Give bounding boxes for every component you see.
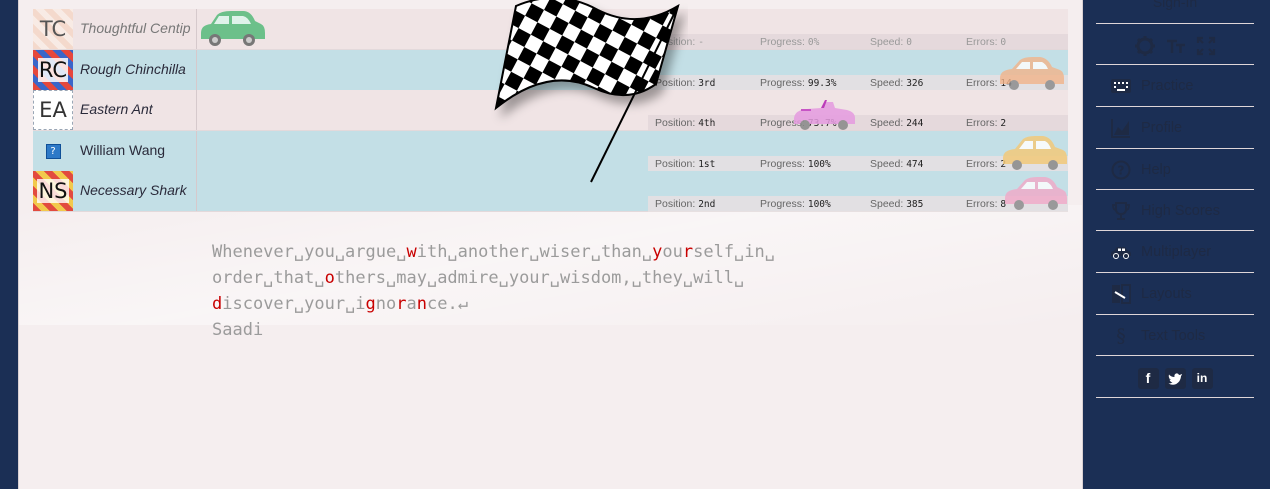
sidebar-item-high-scores[interactable]: High Scores — [1096, 190, 1254, 231]
sidebar-item-practice[interactable]: Practice — [1096, 65, 1254, 106]
speed-stat: Speed: 385 — [870, 198, 924, 210]
race-track: TC Thoughtful Centip Position: - Progres… — [33, 0, 1068, 212]
sidebar-item-label: Help — [1141, 161, 1171, 178]
error-char: y — [652, 242, 663, 262]
linkedin-icon[interactable]: in — [1191, 367, 1213, 389]
progress-stat: Progress: 100% — [760, 198, 831, 210]
text-segment: self␣in␣ — [693, 242, 775, 262]
error-char: g — [365, 294, 376, 314]
social-links: f in — [1096, 362, 1254, 394]
svg-text:?: ? — [1118, 163, 1125, 177]
yellow-car-icon — [1003, 136, 1067, 170]
green-car-icon — [201, 11, 265, 46]
text-segment: ith␣another␣wiser␣than␣ — [416, 242, 653, 262]
divider — [196, 50, 197, 90]
typing-text: Whenever␣you␣argue␣with␣another␣wiser␣th… — [212, 239, 932, 343]
divider — [196, 131, 197, 171]
error-char: o — [324, 268, 335, 288]
facebook-icon[interactable]: f — [1137, 367, 1159, 389]
sidebar-item-help[interactable]: ? Help — [1096, 149, 1254, 190]
fullscreen-icon[interactable] — [1196, 36, 1216, 56]
error-char: r — [682, 242, 694, 262]
text-segment: order␣that␣ — [212, 268, 325, 288]
divider — [1096, 23, 1254, 24]
avatar: EA — [33, 90, 73, 130]
sidebar-item-multiplayer[interactable]: Multiplayer — [1096, 231, 1254, 272]
checkered-flag-icon — [494, 0, 680, 183]
sidebar-item-layouts[interactable]: Layouts — [1096, 273, 1254, 314]
text-line: discover␣your␣ignorance.↵ — [212, 291, 932, 317]
avatar: RC — [33, 50, 73, 90]
keyboard-icon — [1110, 75, 1132, 97]
errors-stat: Errors: 0 — [966, 36, 1007, 48]
speed-stat: Speed: 474 — [870, 158, 924, 170]
text-line: Saadi — [212, 317, 932, 343]
player-name: Thoughtful Centip — [80, 20, 191, 36]
pink-convertible-icon — [794, 100, 855, 130]
player-name: Necessary Shark — [80, 182, 187, 198]
section-icon: § — [1116, 324, 1126, 347]
errors-stat: Errors: 2 — [966, 117, 1007, 129]
text-segment: Saadi — [212, 320, 264, 340]
sidebar-item-label: Layouts — [1141, 285, 1192, 302]
progress-stat: Progress: 99.3% — [760, 77, 837, 89]
text-segment: iscover␣your␣i — [222, 294, 366, 314]
divider — [1096, 355, 1254, 356]
sidebar-item-text-tools[interactable]: § Text Tools — [1096, 315, 1254, 356]
speed-stat: Speed: 326 — [870, 77, 924, 89]
avatar: NS — [33, 171, 73, 211]
layouts-icon — [1110, 283, 1132, 305]
racer-stats: Position: - Progress: 0% Speed: 0 Errors… — [648, 34, 1068, 50]
toolbar — [1096, 30, 1254, 62]
chart-icon — [1110, 117, 1132, 139]
twitter-icon[interactable] — [1164, 367, 1186, 389]
error-char: d — [212, 294, 223, 314]
sidebar-item-label: Practice — [1141, 77, 1194, 94]
text-line: order␣that␣others␣may␣admire␣your␣wisdom… — [212, 265, 932, 291]
error-char: n — [416, 294, 428, 314]
error-char: w — [406, 242, 417, 262]
sidebar-item-label: High Scores — [1141, 202, 1220, 219]
divider — [1096, 397, 1254, 398]
sidebar-item-profile[interactable]: Profile — [1096, 107, 1254, 148]
sidebar: Sign-In Practice Profile ? Help High Sco… — [1096, 0, 1254, 489]
text-segment: ce.↵ — [427, 294, 468, 314]
avatar: TC — [33, 9, 73, 49]
text-segment: a — [406, 294, 417, 314]
racer-stats: Position: 4th Progress: 73.7% Speed: 244… — [648, 115, 1068, 131]
progress-stat: Progress: 0% — [760, 36, 820, 48]
speed-stat: Speed: 244 — [870, 117, 924, 129]
sidebar-item-label: Multiplayer — [1141, 243, 1212, 260]
player-name: Eastern Ant — [80, 101, 153, 117]
sidebar-item-label: Profile — [1141, 119, 1183, 136]
divider — [196, 90, 197, 130]
progress-stat: Progress: 100% — [760, 158, 831, 170]
text-line: Whenever␣you␣argue␣with␣another␣wiser␣th… — [212, 239, 932, 265]
help-icon: ? — [1110, 159, 1132, 181]
pink-car-icon — [1005, 177, 1067, 210]
car-icon — [1110, 241, 1132, 263]
text-segment: ou — [662, 242, 683, 262]
text-segment: no — [375, 294, 397, 314]
position-stat: Position: 2nd — [655, 198, 716, 210]
text-segment: thers␣may␣admire␣your␣wisdom,␣they␣will␣ — [334, 268, 745, 288]
orange-car-icon — [1000, 57, 1064, 90]
avatar: ? — [33, 131, 73, 171]
error-char: r — [396, 294, 407, 314]
trophy-icon — [1110, 200, 1132, 222]
sign-in-link[interactable]: Sign-In — [1096, 0, 1254, 10]
gear-icon[interactable] — [1134, 35, 1156, 57]
player-name: Rough Chinchilla — [80, 61, 186, 77]
speed-stat: Speed: 0 — [870, 36, 912, 48]
divider — [196, 171, 197, 211]
sidebar-item-label: Text Tools — [1141, 327, 1206, 344]
text-size-icon[interactable] — [1166, 36, 1186, 56]
text-segment: Whenever␣you␣argue␣ — [212, 242, 407, 262]
player-name: William Wang — [80, 142, 166, 158]
